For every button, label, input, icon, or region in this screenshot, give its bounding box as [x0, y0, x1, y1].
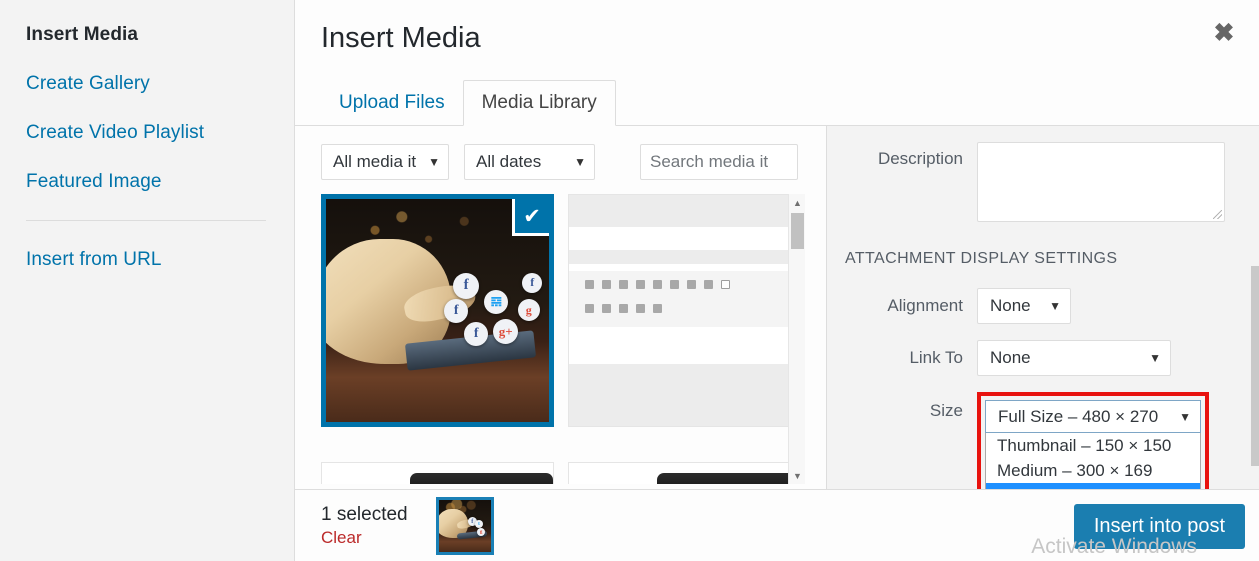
- clear-selection-link[interactable]: Clear: [321, 528, 408, 548]
- chevron-down-icon: ▼: [574, 155, 586, 169]
- media-type-value: All media it: [333, 152, 417, 171]
- close-icon[interactable]: ✖: [1203, 12, 1245, 54]
- scrollbar-thumb[interactable]: [791, 213, 804, 249]
- page-title: Insert Media: [321, 22, 481, 54]
- alignment-value: None: [990, 296, 1031, 315]
- size-value: Full Size – 480 × 270: [998, 406, 1159, 426]
- modal-footer: 1 selected Clear f t g Insert into post …: [295, 489, 1259, 561]
- chevron-down-icon: ▼: [1049, 299, 1061, 313]
- selected-thumbnail[interactable]: f t g: [435, 496, 494, 555]
- media-item-screenshot[interactable]: [568, 194, 801, 427]
- description-label: Description: [877, 149, 963, 168]
- twitter-icon: t: [475, 520, 484, 529]
- search-input[interactable]: [640, 144, 798, 180]
- date-filter[interactable]: All dates ▼: [464, 144, 595, 180]
- tab-bar: Upload Files Media Library: [295, 76, 1259, 126]
- chevron-down-icon: ▼: [1179, 409, 1191, 424]
- modal-main: Insert Media ✖ Upload Files Media Librar…: [295, 0, 1259, 561]
- size-label: Size: [929, 401, 963, 420]
- facebook-icon: f: [444, 299, 469, 324]
- facebook-icon: f: [522, 272, 543, 293]
- details-scrollbar[interactable]: [1251, 266, 1259, 466]
- toolbar-icons-row-1: [585, 280, 788, 290]
- alignment-label: Alignment: [887, 296, 963, 315]
- alignment-field: Alignment None ▼: [845, 288, 1237, 324]
- sidebar-item-insert-from-url[interactable]: Insert from URL: [26, 249, 294, 271]
- filter-row: All media it ▼ All dates ▼: [321, 144, 826, 180]
- insert-media-modal: Insert Media Create Gallery Create Video…: [0, 0, 1259, 561]
- chevron-down-icon: ▼: [1149, 351, 1161, 365]
- link-to-value: None: [990, 348, 1031, 367]
- twitter-icon: 𝌑: [484, 290, 509, 315]
- size-select[interactable]: Full Size – 480 × 270 ▼: [985, 400, 1201, 433]
- facebook-icon: f: [464, 321, 489, 346]
- google-plus-icon: g: [517, 299, 540, 322]
- attachment-display-settings-heading: ATTACHMENT DISPLAY SETTINGS: [845, 250, 1118, 267]
- check-icon: ✔: [512, 199, 549, 236]
- description-input[interactable]: [977, 142, 1225, 222]
- chevron-down-icon: ▼: [428, 155, 440, 169]
- date-filter-value: All dates: [476, 152, 542, 171]
- alignment-select[interactable]: None ▼: [977, 288, 1071, 324]
- tab-upload-files[interactable]: Upload Files: [321, 81, 463, 125]
- description-field: Description: [845, 142, 1237, 222]
- media-item-photo[interactable]: f 𝌑 f f g+ g f ✔: [321, 194, 554, 427]
- link-to-select[interactable]: None ▼: [977, 340, 1171, 376]
- scroll-up-icon[interactable]: ▲: [789, 194, 806, 211]
- modal-header: Insert Media ✖: [295, 0, 1259, 76]
- media-item-partial[interactable]: [321, 462, 554, 484]
- selection-status: 1 selected Clear: [321, 503, 408, 549]
- screenshot-image: [569, 195, 800, 426]
- sidebar: Insert Media Create Gallery Create Video…: [0, 0, 295, 561]
- sidebar-item-create-gallery[interactable]: Create Gallery: [26, 73, 294, 95]
- media-grid-wrapper: f 𝌑 f f g+ g f ✔ ▲ ▼: [321, 194, 816, 484]
- sidebar-item-create-video-playlist[interactable]: Create Video Playlist: [26, 122, 294, 144]
- tab-media-library[interactable]: Media Library: [462, 80, 616, 126]
- link-to-field: Link To None ▼: [845, 340, 1237, 376]
- selected-count: 1 selected: [321, 503, 408, 525]
- facebook-icon: f: [453, 272, 480, 299]
- media-type-filter[interactable]: All media it ▼: [321, 144, 449, 180]
- scroll-down-icon[interactable]: ▼: [789, 467, 806, 484]
- media-grid: f 𝌑 f f g+ g f ✔: [321, 194, 801, 484]
- toolbar-icons-row-2: [585, 303, 788, 313]
- size-option-medium[interactable]: Medium – 300 × 169: [986, 458, 1200, 483]
- sidebar-item-featured-image[interactable]: Featured Image: [26, 171, 294, 193]
- library-scrollbar[interactable]: ▲ ▼: [788, 194, 805, 484]
- sidebar-title: Insert Media: [26, 24, 139, 45]
- size-option-thumbnail[interactable]: Thumbnail – 150 × 150: [986, 433, 1200, 458]
- media-item-partial[interactable]: [568, 462, 801, 484]
- sidebar-divider: [26, 220, 266, 221]
- link-to-label: Link To: [909, 348, 963, 367]
- activate-windows-watermark: Activate Windows: [1031, 535, 1197, 558]
